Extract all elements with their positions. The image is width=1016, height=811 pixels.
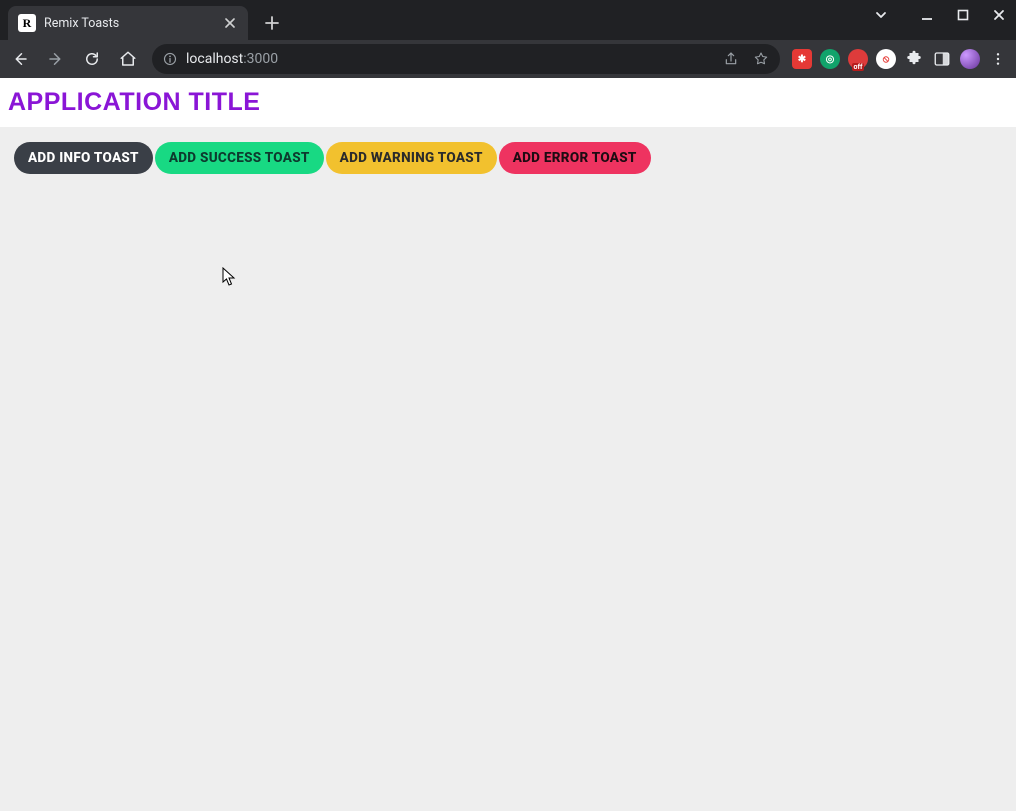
address-bar[interactable]: localhost:3000 bbox=[152, 44, 780, 74]
extension-icon[interactable]: ⦸ bbox=[876, 49, 896, 69]
star-icon bbox=[753, 51, 769, 67]
add-error-toast-button[interactable]: ADD ERROR TOAST bbox=[499, 142, 651, 174]
site-info-button[interactable] bbox=[162, 51, 178, 67]
app-title: APPLICATION TITLE bbox=[8, 88, 1008, 117]
arrow-left-icon bbox=[11, 50, 29, 68]
tab-title: Remix Toasts bbox=[44, 16, 214, 31]
titlebar: R Remix Toasts bbox=[0, 0, 1016, 40]
close-icon bbox=[992, 8, 1006, 22]
panel-icon bbox=[933, 50, 951, 68]
maximize-window-button[interactable] bbox=[954, 6, 972, 24]
close-icon bbox=[225, 18, 235, 28]
info-icon bbox=[163, 52, 177, 66]
url-host: localhost bbox=[186, 51, 243, 67]
minimize-icon bbox=[920, 8, 934, 22]
close-window-button[interactable] bbox=[990, 6, 1008, 24]
browser-chrome: R Remix Toasts bbox=[0, 0, 1016, 78]
puzzle-icon bbox=[905, 50, 923, 68]
url-text: localhost:3000 bbox=[186, 51, 278, 67]
share-icon bbox=[723, 51, 739, 67]
browser-toolbar: localhost:3000 ✱ ◎ ⦸ bbox=[0, 40, 1016, 78]
page-header: APPLICATION TITLE bbox=[0, 78, 1016, 128]
reload-button[interactable] bbox=[80, 47, 104, 71]
extension-icon[interactable]: ◎ bbox=[820, 49, 840, 69]
tab-search-button[interactable] bbox=[872, 6, 890, 24]
browser-tab[interactable]: R Remix Toasts bbox=[8, 6, 248, 40]
reload-icon bbox=[83, 50, 101, 68]
close-tab-button[interactable] bbox=[222, 15, 238, 31]
forward-button[interactable] bbox=[44, 47, 68, 71]
minimize-window-button[interactable] bbox=[918, 6, 936, 24]
kebab-icon bbox=[990, 51, 1006, 67]
extension-icon[interactable] bbox=[848, 49, 868, 69]
window-controls bbox=[872, 6, 1008, 24]
add-success-toast-button[interactable]: ADD SUCCESS TOAST bbox=[155, 142, 324, 174]
add-info-toast-button[interactable]: ADD INFO TOAST bbox=[14, 142, 153, 174]
favicon-icon: R bbox=[18, 14, 36, 32]
button-row: ADD INFO TOAST ADD SUCCESS TOAST ADD WAR… bbox=[0, 128, 1016, 188]
mouse-cursor-icon bbox=[222, 267, 236, 287]
home-icon bbox=[119, 50, 137, 68]
new-tab-button[interactable] bbox=[258, 9, 286, 37]
profile-avatar[interactable] bbox=[960, 49, 980, 69]
side-panel-button[interactable] bbox=[932, 49, 952, 69]
share-button[interactable] bbox=[722, 50, 740, 68]
browser-menu-button[interactable] bbox=[988, 51, 1008, 67]
extensions-menu-button[interactable] bbox=[904, 49, 924, 69]
extension-icon[interactable]: ✱ bbox=[792, 49, 812, 69]
bookmark-button[interactable] bbox=[752, 50, 770, 68]
back-button[interactable] bbox=[8, 47, 32, 71]
home-button[interactable] bbox=[116, 47, 140, 71]
add-warning-toast-button[interactable]: ADD WARNING TOAST bbox=[326, 142, 497, 174]
chevron-down-icon bbox=[874, 8, 888, 22]
extensions: ✱ ◎ ⦸ bbox=[792, 49, 1008, 69]
url-port: :3000 bbox=[243, 51, 278, 67]
maximize-icon bbox=[956, 8, 970, 22]
plus-icon bbox=[265, 16, 279, 30]
arrow-right-icon bbox=[47, 50, 65, 68]
page-viewport: APPLICATION TITLE ADD INFO TOAST ADD SUC… bbox=[0, 78, 1016, 811]
